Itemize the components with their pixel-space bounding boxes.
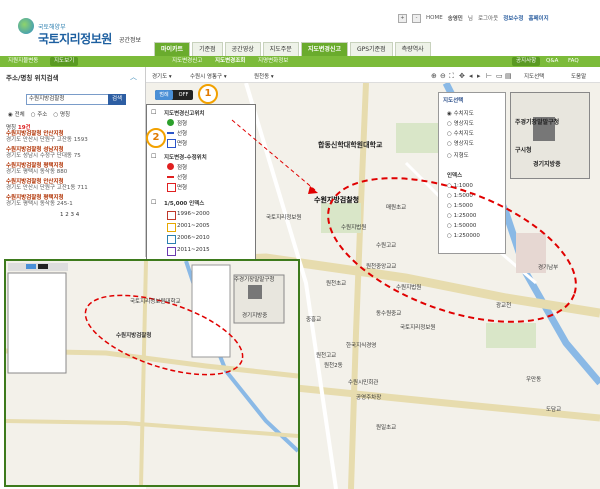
inset-label: 국토지리정보원대학교 bbox=[130, 299, 181, 305]
inset-label: 주경기장말말구청 bbox=[234, 277, 275, 283]
callout-marker: 2 bbox=[146, 128, 166, 148]
inset-label: 수원지방검찰청 bbox=[116, 333, 152, 339]
inset-map-base bbox=[6, 261, 298, 485]
inset-screenshot: 수원지방검찰청 국토지리정보원대학교 주경기장말말구청 경기지방중 bbox=[4, 259, 300, 487]
inset-label: 경기지방중 bbox=[242, 313, 268, 319]
callout-marker: 1 bbox=[198, 84, 218, 104]
